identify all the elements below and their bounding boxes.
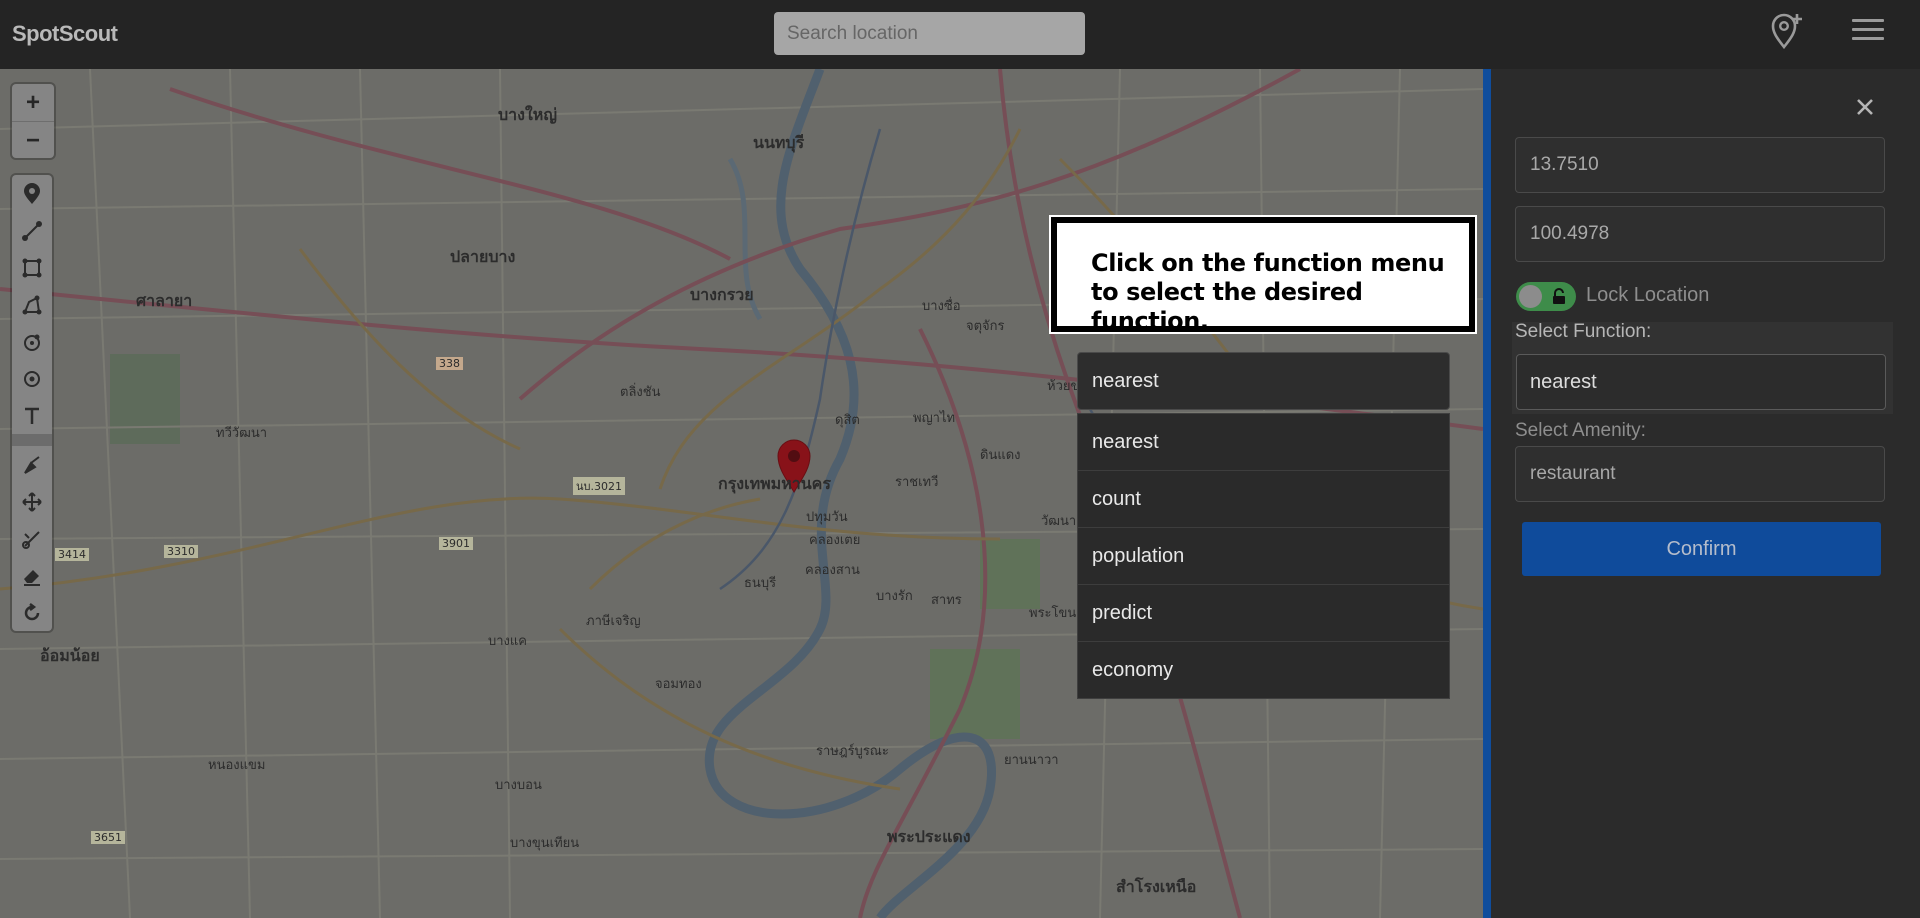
toggle-knob <box>1519 285 1542 308</box>
marker-icon[interactable] <box>12 175 52 212</box>
function-dropdown: nearest nearest count population predict… <box>1077 352 1450 699</box>
close-icon[interactable] <box>1851 93 1879 121</box>
hamburger-menu-icon[interactable] <box>1852 14 1884 46</box>
circle-icon[interactable] <box>12 323 52 360</box>
map-label-chatuchak: จตุจักร <box>966 319 1005 334</box>
select-amenity-label: Select Amenity: <box>1515 420 1646 441</box>
map-label-watthana: วัฒนา <box>1041 514 1077 529</box>
map-label-phasi-charoen: ภาษีเจริญ <box>586 614 641 629</box>
zoom-in-button[interactable]: + <box>12 84 54 122</box>
rectangle-icon[interactable] <box>12 249 52 286</box>
text-icon[interactable] <box>12 397 52 434</box>
route-338: 338 <box>436 357 463 370</box>
option-count[interactable]: count <box>1078 471 1449 528</box>
toolbar-divider <box>12 434 52 446</box>
map-label-sathon: สาทร <box>931 593 962 608</box>
option-population[interactable]: population <box>1078 528 1449 585</box>
map-label-pathum-wan: ปทุมวัน <box>806 510 848 525</box>
rotate-icon[interactable] <box>12 594 52 631</box>
cut-icon[interactable] <box>12 520 52 557</box>
eraser-icon[interactable] <box>12 557 52 594</box>
map-label-bang-khae: บางแค <box>488 634 527 649</box>
draw-toolbar <box>12 175 52 631</box>
map-label-din-daeng: ดินแดง <box>980 448 1021 463</box>
map-label-chom-thong: จอมทอง <box>655 677 702 692</box>
lock-icon <box>1553 288 1565 304</box>
map-label-yan-nawa: ยานนาวา <box>1004 753 1059 768</box>
function-options-list: nearest count population predict economy <box>1077 413 1450 699</box>
map-label-nonthaburi: นนทบุรี <box>753 133 805 152</box>
map-label-bang-yai: บางใหญ่ <box>498 105 557 124</box>
move-icon[interactable] <box>12 483 52 520</box>
map-label-om-noi: อ้อมน้อย <box>40 646 100 665</box>
function-dropdown-selected[interactable]: nearest <box>1077 352 1450 410</box>
route-3901: 3901 <box>439 537 473 550</box>
map-label-bang-kruai: บางกรวย <box>690 285 754 304</box>
top-bar: SpotScout <box>0 0 1920 69</box>
select-function-field[interactable]: nearest <box>1516 354 1886 410</box>
map-pin-plus-icon[interactable] <box>1770 11 1806 51</box>
route-3651: 3651 <box>91 831 125 844</box>
map-label-dusit: ดุสิต <box>835 413 860 428</box>
option-predict[interactable]: predict <box>1078 585 1449 642</box>
map-label-bang-rak: บางรัก <box>876 589 913 604</box>
map-label-phra-pradaeng: พระประแดง <box>887 827 971 846</box>
map-label-bang-sue: บางซื่อ <box>922 299 961 314</box>
option-economy[interactable]: economy <box>1078 642 1449 698</box>
map-label-ratchathewi: ราชเทวี <box>895 475 939 490</box>
lock-location-toggle[interactable] <box>1516 282 1576 311</box>
map-label-samrong-nuea: สำโรงเหนือ <box>1116 877 1197 896</box>
map-label-bang-bon: บางบอน <box>495 778 542 793</box>
tutorial-tooltip: Click on the function menu to select the… <box>1051 217 1475 335</box>
zoom-control: + − <box>12 84 54 158</box>
zoom-out-button[interactable]: − <box>12 122 54 159</box>
lock-location-label: Lock Location <box>1586 284 1710 306</box>
confirm-button[interactable]: Confirm <box>1522 522 1881 576</box>
latitude-field[interactable]: 13.7510 <box>1515 137 1885 193</box>
map-label-nong-khaem: หนองแขม <box>208 758 266 773</box>
route-3021: นบ.3021 <box>573 477 625 495</box>
tooltip-text: Click on the function menu to select the… <box>1091 249 1445 335</box>
map-label-khlong-toei: คลองเตย <box>809 533 861 548</box>
polyline-icon[interactable] <box>12 212 52 249</box>
circle-marker-icon[interactable] <box>12 360 52 397</box>
map-label-plai-bang: ปลายบาง <box>450 247 516 266</box>
map-label-khlong-san: คลองสาน <box>805 563 860 578</box>
edit-icon[interactable] <box>12 446 52 483</box>
map-label-ratburana: ราษฎร์บูรณะ <box>816 744 889 759</box>
route-3414: 3414 <box>55 548 89 561</box>
app-brand[interactable]: SpotScout <box>12 21 118 47</box>
map-label-phra-khanong: พระโขนง <box>1029 606 1083 621</box>
option-nearest[interactable]: nearest <box>1078 414 1449 471</box>
search-input[interactable] <box>774 12 1085 55</box>
map-label-city: กรุงเทพมหานคร <box>718 474 831 493</box>
map-label-bang-khun-thian: บางขุนเทียน <box>510 836 580 851</box>
select-function-label: Select Function: <box>1515 321 1652 342</box>
map-label-thawi-watthana: ทวีวัฒนา <box>216 426 268 441</box>
map-label-phaya-thai: พญาไท <box>913 411 956 426</box>
select-amenity-field[interactable]: restaurant <box>1515 446 1885 502</box>
map-label-taling-chan: ตลิ่งชัน <box>620 385 661 400</box>
map-label-sala-ya: ศาลายา <box>136 291 193 310</box>
longitude-field[interactable]: 100.4978 <box>1515 206 1885 262</box>
polygon-icon[interactable] <box>12 286 52 323</box>
route-3310: 3310 <box>164 545 198 558</box>
map-label-thonburi: ธนบุรี <box>744 576 777 591</box>
